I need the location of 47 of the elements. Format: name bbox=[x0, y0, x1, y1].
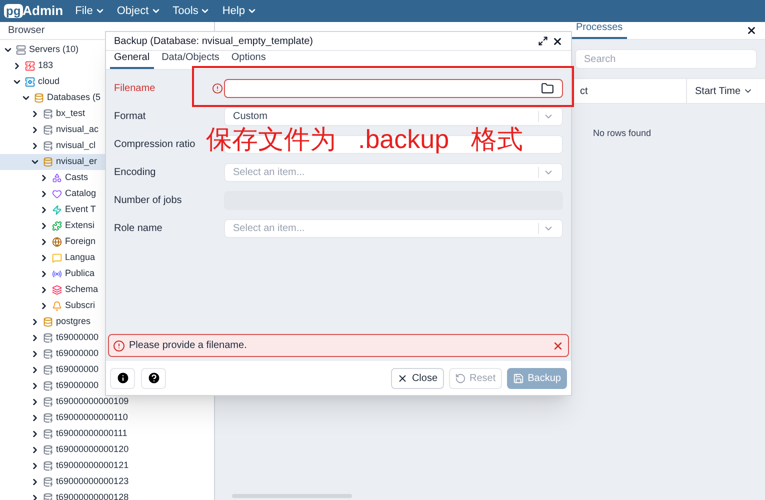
logo-text: Admin bbox=[22, 2, 64, 20]
tree-label: t69000000000128 bbox=[56, 491, 129, 500]
tree-label: Extensi bbox=[65, 219, 95, 232]
tree-label: t69000000000123 bbox=[56, 475, 129, 488]
select-placeholder: Select an item... bbox=[233, 222, 305, 236]
tree-label: nvisual_ac bbox=[56, 123, 99, 136]
field-label: Encoding bbox=[114, 166, 157, 180]
tree-label: t69000000 bbox=[56, 347, 99, 360]
tree-label: nvisual_er bbox=[56, 155, 98, 168]
tree-label: Foreign bbox=[65, 235, 96, 248]
select-value: Custom bbox=[233, 110, 268, 124]
empty-message: No rows found bbox=[593, 128, 652, 138]
tree-label: t69000000000109 bbox=[56, 395, 129, 408]
tree-label: Subscri bbox=[65, 299, 96, 312]
error-message: Please provide a filename. bbox=[129, 339, 247, 353]
tree-label: Schema bbox=[65, 283, 98, 296]
annotation-text: 格式 bbox=[471, 126, 524, 152]
panel-title: Browser bbox=[8, 24, 45, 38]
tree-label: t69000000 bbox=[56, 363, 99, 376]
annotation-text: .backup bbox=[358, 126, 450, 152]
tree-label: t69000000000120 bbox=[56, 443, 129, 456]
tree-label: t69000000 bbox=[56, 379, 99, 392]
tree-label: Event T bbox=[65, 203, 96, 216]
field-label: Compression ratio bbox=[114, 138, 196, 152]
dialog-title: Backup (Database: nvisual_empty_template) bbox=[114, 34, 313, 48]
tree-label: Langua bbox=[65, 251, 96, 264]
tree-label: Servers (10) bbox=[29, 43, 79, 56]
logo-mark: pg bbox=[4, 4, 23, 18]
tree-label: 183 bbox=[38, 59, 54, 72]
tree-label: t69000000000110 bbox=[56, 411, 128, 424]
tree-label: bx_test bbox=[56, 107, 86, 120]
field-label: Role name bbox=[114, 222, 164, 236]
tree-label: cloud bbox=[38, 75, 60, 88]
annotation-text: 保存文件为 bbox=[206, 126, 336, 152]
field-label: Number of jobs bbox=[114, 194, 183, 208]
tree-label: postgres bbox=[56, 315, 91, 328]
tree-label: Casts bbox=[65, 171, 88, 184]
tree-label: Catalog bbox=[65, 187, 96, 200]
tree-label: Publica bbox=[65, 267, 95, 280]
tree-label: Databases (5 bbox=[47, 91, 101, 104]
field-label: Filename bbox=[114, 82, 156, 96]
tree-label: t69000000 bbox=[56, 331, 99, 344]
tree-label: t69000000000111 bbox=[56, 427, 128, 440]
tree-label: nvisual_cl bbox=[56, 139, 96, 152]
tree-label: t69000000000121 bbox=[56, 459, 129, 472]
field-label: Format bbox=[114, 110, 147, 124]
select-placeholder: Select an item... bbox=[233, 166, 305, 180]
